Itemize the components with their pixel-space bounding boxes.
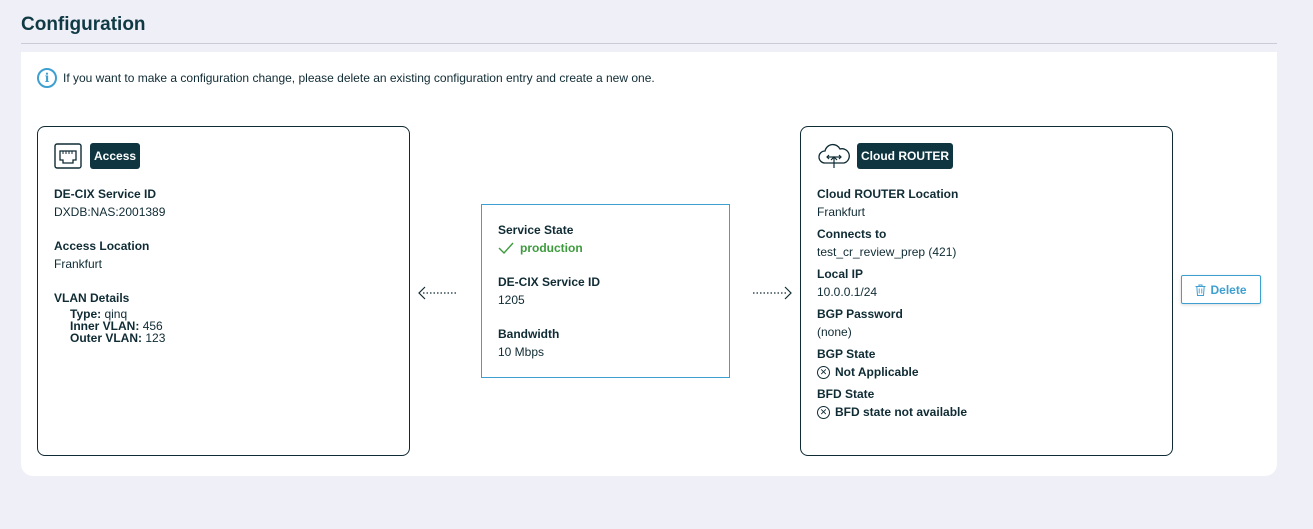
- access-badge: Access: [90, 143, 141, 169]
- access-service-id-value: DXDB:NAS:2001389: [54, 205, 166, 219]
- access-location-label: Access Location: [54, 239, 150, 253]
- router-local-ip: Local IP 10.0.0.1/24: [817, 267, 877, 299]
- x-circle-icon: ✕: [817, 405, 830, 419]
- info-message: If you want to make a configuration chan…: [63, 71, 655, 85]
- service-id-value: 1205: [498, 293, 525, 307]
- router-local-ip-label: Local IP: [817, 267, 864, 281]
- service-state: Service State production: [498, 223, 583, 255]
- service-state-status: production: [498, 241, 583, 255]
- service-state-label: Service State: [498, 223, 574, 237]
- title-divider: [21, 43, 1277, 44]
- router-bfd-state-label: BFD State: [817, 387, 875, 401]
- cloud-router-badge: Cloud ROUTER: [857, 143, 953, 169]
- access-location-value: Frankfurt: [54, 257, 103, 271]
- check-icon: [498, 242, 514, 254]
- router-bgp-state: BGP State ✕ Not Applicable: [817, 347, 919, 379]
- service-card: Service State production DE-CIX Service …: [481, 204, 730, 378]
- connector-right-arrow-icon: [753, 286, 792, 300]
- router-local-ip-value: 10.0.0.1/24: [817, 285, 878, 299]
- access-location: Access Location Frankfurt: [54, 239, 149, 271]
- router-bfd-state-value: BFD state not available: [835, 405, 968, 419]
- router-bgp-password: BGP Password (none): [817, 307, 903, 339]
- configuration-panel: i If you want to make a configuration ch…: [21, 52, 1277, 476]
- service-id-label: DE-CIX Service ID: [498, 275, 601, 289]
- router-bgp-state-label: BGP State: [817, 347, 876, 361]
- bandwidth-value: 10 Mbps: [498, 345, 545, 359]
- service-state-value: production: [520, 241, 583, 255]
- router-bgp-password-value: (none): [817, 325, 852, 339]
- router-location: Cloud ROUTER Location Frankfurt: [817, 187, 958, 219]
- cloud-icon: [818, 143, 850, 168]
- router-connects-to: Connects to test_cr_review_prep (421): [817, 227, 956, 259]
- router-location-value: Frankfurt: [817, 205, 866, 219]
- router-bgp-state-status: ✕ Not Applicable: [817, 365, 919, 379]
- vlan-details: VLAN Details Type: qinq Inner VLAN: 456 …: [54, 291, 165, 344]
- access-card: Access DE-CIX Service ID DXDB:NAS:200138…: [37, 126, 410, 456]
- access-card-header: Access: [54, 143, 141, 169]
- vlan-outer: Outer VLAN: 123: [54, 332, 165, 344]
- info-banner: i If you want to make a configuration ch…: [37, 68, 655, 88]
- vlan-outer-label: Outer VLAN:: [70, 331, 142, 345]
- page: Configuration i If you want to make a co…: [0, 0, 1313, 529]
- connector-left-arrow-icon: [418, 286, 457, 300]
- ethernet-port-icon: [54, 143, 82, 169]
- page-title: Configuration: [21, 14, 146, 35]
- service-id: DE-CIX Service ID 1205: [498, 275, 600, 307]
- info-icon: i: [37, 68, 57, 88]
- cloud-router-card-header: Cloud ROUTER: [817, 143, 953, 169]
- router-connects-value: test_cr_review_prep (421): [817, 245, 957, 259]
- router-bfd-state-status: ✕ BFD state not available: [817, 405, 967, 419]
- router-bfd-state: BFD State ✕ BFD state not available: [817, 387, 967, 419]
- cloud-router-card: Cloud ROUTER Cloud ROUTER Location Frank…: [800, 126, 1173, 456]
- delete-button[interactable]: Delete: [1181, 275, 1261, 304]
- bandwidth-label: Bandwidth: [498, 327, 560, 341]
- vlan-outer-value: 123: [145, 331, 166, 345]
- router-connects-label: Connects to: [817, 227, 887, 241]
- access-service-id: DE-CIX Service ID DXDB:NAS:2001389: [54, 187, 165, 219]
- router-location-label: Cloud ROUTER Location: [817, 187, 959, 201]
- x-circle-icon: ✕: [817, 365, 830, 379]
- trash-icon: [1195, 284, 1206, 296]
- bandwidth: Bandwidth 10 Mbps: [498, 327, 559, 359]
- router-bgp-password-label: BGP Password: [817, 307, 903, 321]
- delete-button-label: Delete: [1210, 282, 1247, 297]
- router-bgp-state-value: Not Applicable: [835, 365, 919, 379]
- vlan-details-label: VLAN Details: [54, 291, 130, 305]
- access-service-id-label: DE-CIX Service ID: [54, 187, 157, 201]
